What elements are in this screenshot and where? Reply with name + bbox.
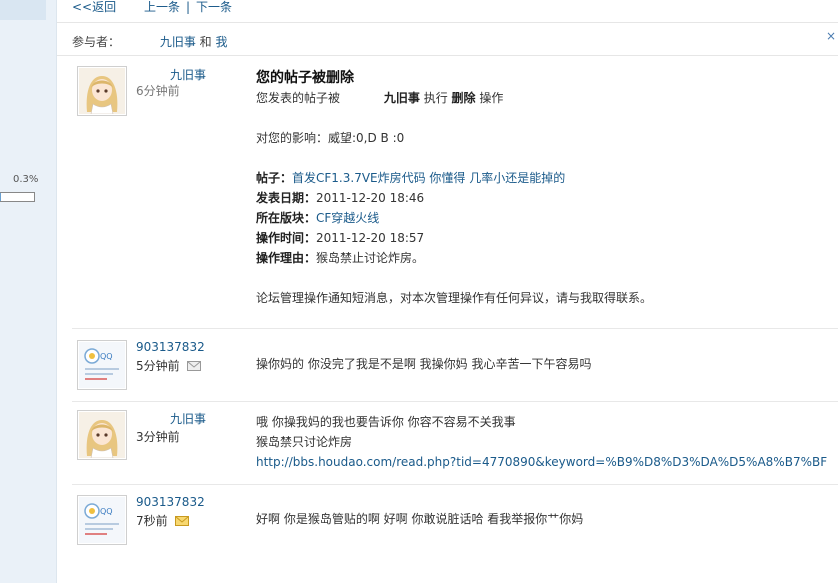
message-author-link[interactable]: 九旧事 — [170, 66, 206, 83]
message-time: 5分钟前 — [136, 359, 180, 373]
message-panel: <<返回 上一条 | 下一条 参与者： 九旧事 和 我 × 九旧事 6分钟前 您的帖… — [57, 0, 838, 583]
qq-avatar-icon: QQ — [79, 342, 125, 388]
svg-text:QQ: QQ — [100, 507, 113, 516]
board-link[interactable]: CF穿越火线 — [316, 211, 379, 225]
qq-avatar-icon: QQ — [79, 497, 125, 543]
sidebar-top-tab[interactable] — [0, 0, 46, 20]
divider — [57, 55, 838, 56]
optime-label: 操作时间： — [256, 231, 317, 245]
message-text: 好啊 你是猴岛管贴的啊 好啊 你敢说脏话哈 看我举报你艹你妈 — [256, 512, 584, 526]
notice-line: 论坛管理操作通知短消息，对本次管理操作有任何异议，请与我取得联系。 — [256, 291, 653, 305]
message-line2: 猴岛禁只讨论炸房 — [256, 435, 353, 449]
message-author-link[interactable]: 903137832 — [136, 495, 205, 509]
message-author-link[interactable]: 903137832 — [136, 340, 205, 354]
date-label: 发表日期： — [256, 191, 317, 205]
anime-girl-avatar-icon — [79, 412, 125, 458]
message-text: 操你妈的 你没完了我是不是啊 我操你妈 我心辛苦一下午容易吗 — [256, 357, 592, 371]
message-url-link[interactable]: http://bbs.houdao.com/read.php?tid=47708… — [256, 455, 827, 469]
optime-row: 操作时间：2011-12-20 18:57 — [256, 228, 652, 248]
reason-label: 操作理由： — [256, 251, 317, 265]
line1-exec: 执行 — [423, 91, 448, 105]
message-time-row: 5分钟前 — [136, 357, 202, 374]
avatar-qq[interactable]: QQ — [77, 495, 127, 545]
left-sidebar: 0.3% — [0, 0, 57, 583]
post-title-link[interactable]: 首发CF1.3.7VE炸房代码 你懂得 几率小还是能掉的 — [292, 171, 565, 185]
nav-separator: | — [185, 0, 191, 14]
message-content: 哦 你操我妈的我也要告诉你 你容不容易不关我事 猴岛禁只讨论炸房 http://… — [256, 412, 827, 472]
date-row: 发表日期：2011-12-20 18:46 — [256, 188, 652, 208]
participants-label: 参与者： — [72, 35, 121, 49]
message-divider — [72, 401, 838, 402]
system-message-title: 您的帖子被删除 — [256, 70, 354, 86]
participant-user1-link[interactable]: 九旧事 — [160, 35, 196, 49]
line1-prefix: 您发表的帖子被 — [256, 91, 341, 105]
progress-percent-label: 0.3% — [13, 174, 39, 185]
message-time: 7秒前 — [136, 514, 168, 528]
impact-line: 对您的影响：威望:0,D B :0 — [256, 131, 405, 145]
avatar-anime-girl[interactable] — [77, 66, 127, 116]
prev-link[interactable]: 上一条 — [144, 0, 180, 14]
message-divider — [72, 484, 838, 485]
participants-and: 和 — [199, 35, 212, 49]
mail-unread-icon[interactable] — [175, 515, 190, 526]
message-author-link[interactable]: 九旧事 — [170, 410, 206, 427]
message-divider — [72, 328, 838, 329]
progress-bar — [0, 192, 35, 202]
message-time: 6分钟前 — [136, 84, 180, 98]
line1-suffix: 操作 — [479, 91, 504, 105]
optime-value: 2011-12-20 18:57 — [316, 231, 425, 245]
post-label: 帖子： — [256, 171, 293, 185]
board-label: 所在版块： — [256, 211, 317, 225]
system-message-content: 您的帖子被删除 您发表的帖子被 九旧事 执行 删除 操作 对您的影响：威望:0,… — [256, 68, 652, 308]
avatar-qq[interactable]: QQ — [77, 340, 127, 390]
mail-read-icon[interactable] — [187, 360, 202, 371]
avatar-anime-girl[interactable] — [77, 410, 127, 460]
post-row: 帖子：首发CF1.3.7VE炸房代码 你懂得 几率小还是能掉的 — [256, 168, 652, 188]
anime-girl-avatar-icon — [79, 68, 125, 114]
close-icon[interactable]: × — [826, 29, 836, 43]
participants-row: 参与者： 九旧事 和 我 — [72, 33, 228, 50]
message-nav: <<返回 上一条 | 下一条 — [72, 0, 232, 16]
board-row: 所在版块：CF穿越火线 — [256, 208, 652, 228]
line1-action: 删除 — [451, 91, 476, 105]
date-value: 2011-12-20 18:46 — [316, 191, 425, 205]
reason-value: 猴岛禁止讨论炸房。 — [316, 251, 425, 265]
svg-text:QQ: QQ — [100, 352, 113, 361]
system-message-line1: 您发表的帖子被 九旧事 执行 删除 操作 — [256, 88, 652, 108]
message-time-row: 7秒前 — [136, 512, 190, 529]
next-link[interactable]: 下一条 — [196, 0, 232, 14]
message-time: 3分钟前 — [136, 430, 180, 444]
divider — [57, 22, 838, 23]
back-link[interactable]: <<返回 — [72, 0, 116, 14]
reason-row: 操作理由：猴岛禁止讨论炸房。 — [256, 248, 652, 268]
line1-operator: 九旧事 — [383, 91, 420, 105]
message-line1: 哦 你操我妈的我也要告诉你 你容不容易不关我事 — [256, 415, 516, 429]
participant-user2-link[interactable]: 我 — [216, 35, 228, 49]
